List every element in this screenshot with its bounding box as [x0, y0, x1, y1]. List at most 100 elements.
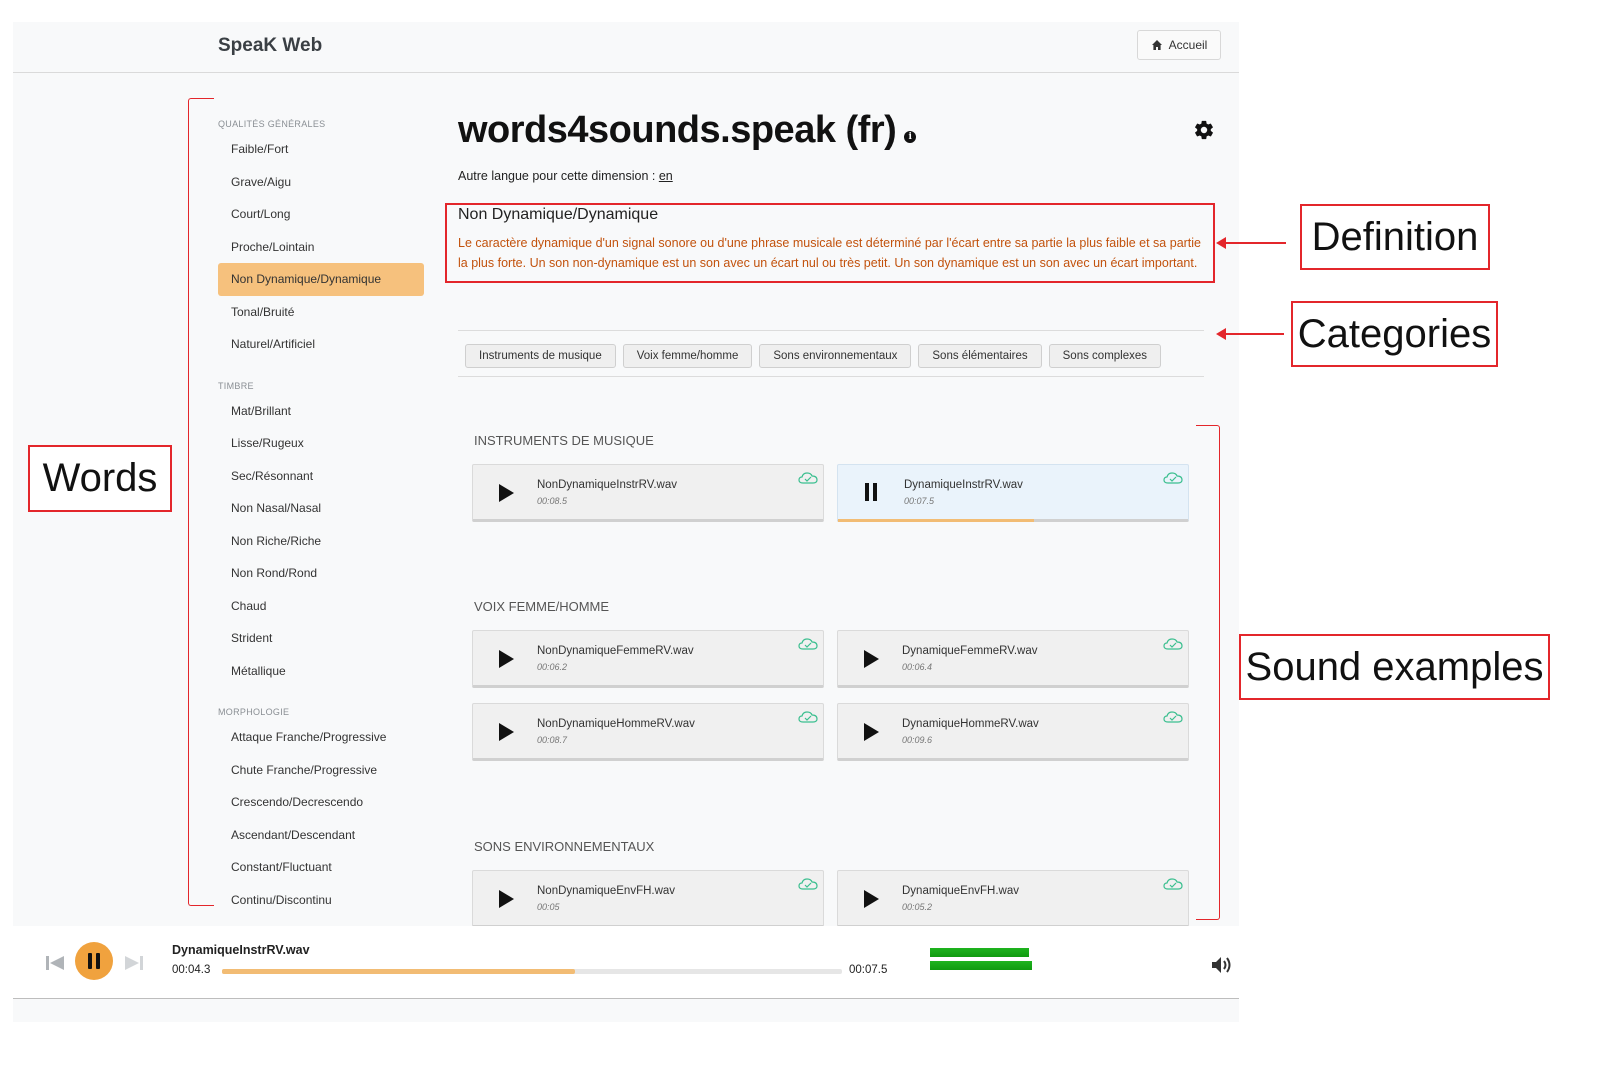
annotation-definition: Definition [1300, 204, 1490, 270]
sound-card[interactable]: NonDynamiqueHommeRV.wav 00:08.7 [472, 703, 824, 761]
sidebar: QUALITÉS GÉNÉRALES Faible/Fort Grave/Aigu C… [218, 119, 424, 916]
sound-card[interactable]: DynamiqueEnvFH.wav 00:05.2 [837, 870, 1189, 928]
category-button[interactable]: Sons élémentaires [918, 344, 1042, 368]
home-button-label: Accueil [1168, 38, 1208, 52]
player-current-time: 00:04.3 [172, 964, 211, 976]
sidebar-item[interactable]: Proche/Lointain [218, 231, 424, 264]
sidebar-item[interactable]: Strident [218, 622, 424, 655]
seek-bar[interactable] [222, 969, 842, 974]
section-title: INSTRUMENTS DE MUSIQUE [474, 433, 654, 448]
category-button[interactable]: Sons complexes [1048, 344, 1162, 368]
sidebar-item[interactable]: Chute Franche/Progressive [218, 754, 424, 787]
play-icon[interactable] [864, 723, 879, 741]
sidebar-item[interactable]: Mat/Brillant [218, 395, 424, 428]
sidebar-item[interactable]: Non Riche/Riche [218, 525, 424, 558]
annotation-categories: Categories [1291, 301, 1498, 367]
sidebar-item[interactable]: Constant/Fluctuant [218, 851, 424, 884]
cloud-download-icon[interactable] [798, 710, 818, 724]
sound-card[interactable]: NonDynamiqueEnvFH.wav 00:05 [472, 870, 824, 928]
definition-arrow [1216, 237, 1286, 249]
dimension-title: Non Dynamique/Dynamique [458, 206, 659, 223]
sound-duration: 00:08.7 [537, 735, 568, 745]
cloud-download-icon[interactable] [1163, 877, 1183, 891]
audio-player-bar: DynamiqueInstrRV.wav 00:04.3 00:07.5 [13, 926, 1239, 999]
sidebar-item[interactable]: Grave/Aigu [218, 166, 424, 199]
group-gap [218, 687, 424, 707]
section-title: SONS ENVIRONNEMENTAUX [474, 839, 655, 854]
sound-card[interactable]: NonDynamiqueFemmeRV.wav 00:06.2 [472, 630, 824, 688]
sidebar-item[interactable]: Faible/Fort [218, 133, 424, 166]
play-icon[interactable] [499, 650, 514, 668]
page-title: words4sounds.speak (fr) [458, 109, 897, 151]
level-meter [930, 948, 1034, 972]
alt-language-link[interactable]: en [659, 169, 673, 183]
home-button[interactable]: Accueil [1137, 30, 1221, 60]
sidebar-item[interactable]: Chaud [218, 590, 424, 623]
level-meter-bar [930, 961, 1032, 970]
divider [458, 376, 1204, 377]
sidebar-item[interactable]: Non Dynamique/Dynamique [218, 263, 424, 296]
cloud-download-icon[interactable] [798, 637, 818, 651]
home-icon [1151, 40, 1162, 50]
play-icon[interactable] [499, 723, 514, 741]
seek-bar-fill [222, 969, 576, 974]
gear-icon[interactable] [1193, 119, 1215, 141]
sound-file-name: NonDynamiqueInstrRV.wav [537, 479, 677, 491]
brand-logo[interactable]: SpeaK Web [218, 35, 322, 57]
category-buttons: Instruments de musique Voix femme/homme So… [465, 344, 1162, 368]
sound-card[interactable]: NonDynamiqueInstrRV.wav 00:08.5 [472, 464, 824, 522]
group-gap [218, 361, 424, 381]
words-bracket [188, 98, 214, 906]
sidebar-item[interactable]: Naturel/Artificiel [218, 328, 424, 361]
section-title: VOIX FEMME/HOMME [474, 599, 610, 614]
definition-text: Le caractère dynamique d'un signal sonor… [458, 236, 1202, 270]
sound-card[interactable]: DynamiqueFemmeRV.wav 00:06.4 [837, 630, 1189, 688]
sidebar-item[interactable]: Lisse/Rugeux [218, 427, 424, 460]
volume-icon[interactable] [1211, 956, 1235, 974]
pause-icon[interactable] [864, 483, 878, 501]
next-track-icon[interactable] [124, 953, 144, 973]
sidebar-group-title: MORPHOLOGIE [218, 707, 290, 717]
sidebar-item[interactable]: Attaque Franche/Progressive [218, 721, 424, 754]
category-button[interactable]: Sons environnementaux [759, 344, 912, 368]
cloud-download-icon[interactable] [1163, 637, 1183, 651]
sidebar-item[interactable]: Tonal/Bruité [218, 296, 424, 329]
cloud-download-icon[interactable] [798, 471, 818, 485]
sidebar-item[interactable]: Continu/Discontinu [218, 884, 424, 917]
category-button[interactable]: Instruments de musique [465, 344, 616, 368]
previous-track-icon[interactable] [45, 953, 65, 973]
sound-duration: 00:06.4 [902, 662, 933, 672]
sounds-bracket [1196, 425, 1220, 920]
play-icon[interactable] [499, 890, 514, 908]
sidebar-item[interactable]: Non Rond/Rond [218, 557, 424, 590]
sound-duration: 00:08.5 [537, 496, 568, 506]
cloud-download-icon[interactable] [1163, 471, 1183, 485]
play-icon[interactable] [864, 650, 879, 668]
sound-card[interactable]: DynamiqueHommeRV.wav 00:09.6 [837, 703, 1189, 761]
player-total-time: 00:07.5 [849, 964, 888, 976]
sidebar-item[interactable]: Crescendo/Decrescendo [218, 786, 424, 819]
sound-card[interactable]: DynamiqueInstrRV.wav 00:07.5 [837, 464, 1189, 522]
categories-arrow [1216, 328, 1284, 340]
cloud-download-icon[interactable] [798, 877, 818, 891]
play-icon[interactable] [499, 484, 514, 502]
sidebar-item[interactable]: Ascendant/Descendant [218, 819, 424, 852]
play-icon[interactable] [864, 890, 879, 908]
info-icon[interactable]: i [904, 130, 917, 143]
sidebar-item[interactable]: Non Nasal/Nasal [218, 492, 424, 525]
sidebar-item[interactable]: Sec/Résonnant [218, 460, 424, 493]
pause-button[interactable] [75, 942, 113, 980]
top-navbar: SpeaK Web Accueil [13, 22, 1239, 73]
sidebar-group-title: TIMBRE [218, 380, 254, 391]
category-button[interactable]: Voix femme/homme [622, 344, 753, 368]
sidebar-item[interactable]: Métallique [218, 655, 424, 688]
sound-file-name: DynamiqueFemmeRV.wav [902, 645, 1038, 657]
sound-file-name: DynamiqueHommeRV.wav [902, 718, 1039, 730]
sound-file-name: DynamiqueEnvFH.wav [902, 885, 1019, 897]
sidebar-item[interactable]: Court/Long [218, 198, 424, 231]
player-track-name: DynamiqueInstrRV.wav [172, 943, 310, 957]
sound-duration: 00:05 [537, 902, 560, 912]
sound-file-name: NonDynamiqueFemmeRV.wav [537, 645, 694, 657]
cloud-download-icon[interactable] [1163, 710, 1183, 724]
sound-duration: 00:07.5 [904, 496, 935, 506]
